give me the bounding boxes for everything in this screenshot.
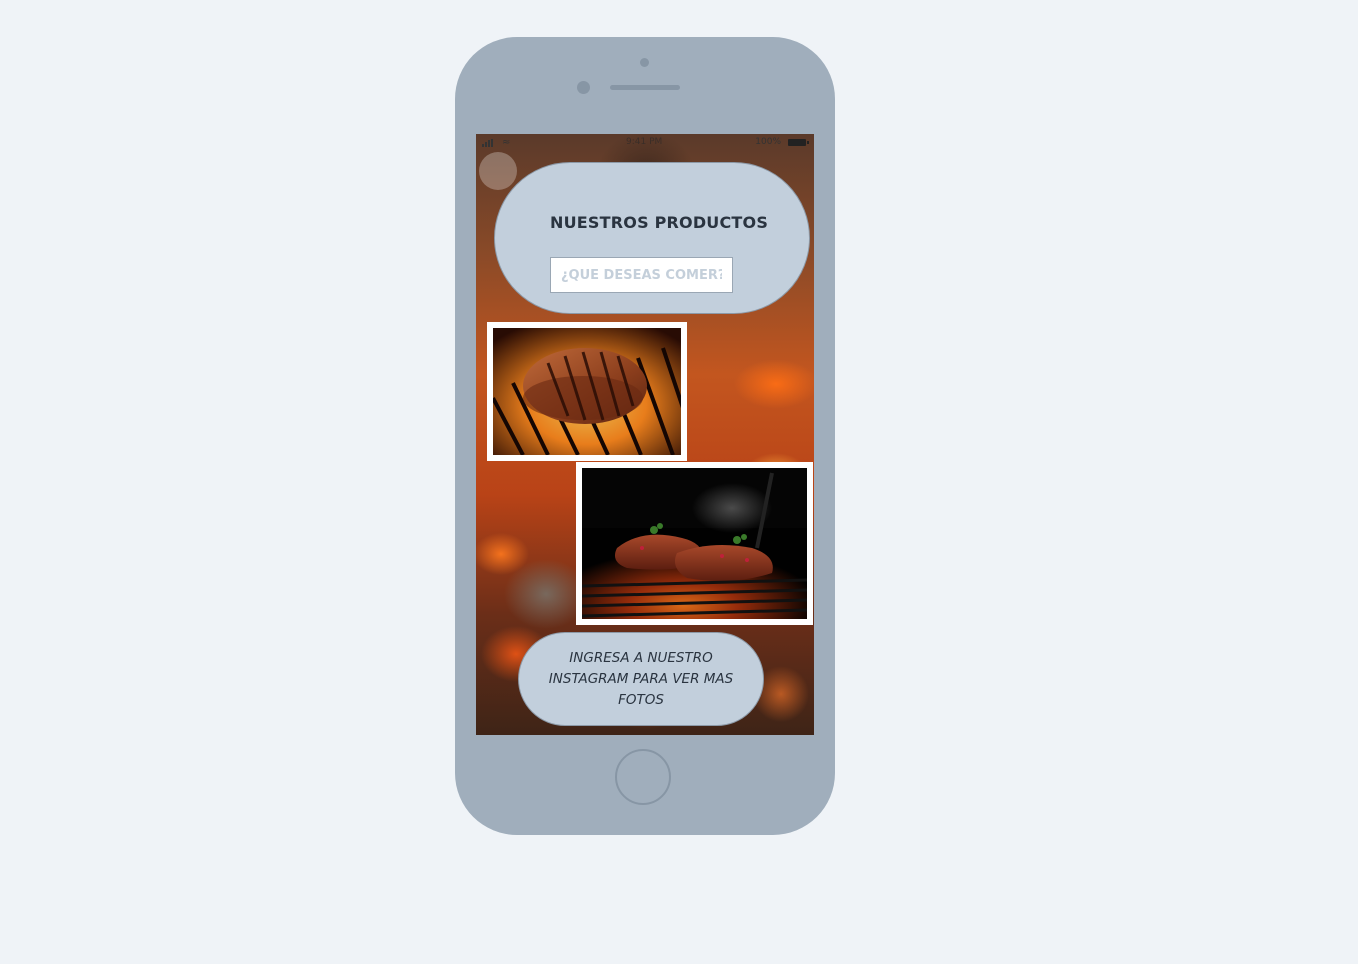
wifi-icon: ≈: [502, 137, 511, 148]
status-bar: ≈ 9:41 PM 100%: [476, 134, 814, 152]
instagram-link-label: INGRESA A NUESTRO INSTAGRAM PARA VER MAS…: [548, 649, 734, 708]
proximity-sensor: [640, 58, 649, 67]
signal-icon: [482, 139, 496, 147]
grilled-meat-image: [582, 468, 807, 619]
earpiece-speaker: [610, 85, 680, 90]
battery-percent: 100%: [755, 137, 781, 147]
header-card: NUESTROS PRODUCTOS: [494, 162, 810, 314]
product-photo-steak[interactable]: [487, 322, 687, 461]
background-bokeh: [479, 152, 517, 190]
steak-image: [493, 328, 681, 455]
product-photo-grilled-meat[interactable]: [576, 462, 813, 625]
instagram-link-button[interactable]: INGRESA A NUESTRO INSTAGRAM PARA VER MAS…: [518, 632, 764, 726]
status-time: 9:41 PM: [626, 137, 663, 147]
search-input[interactable]: [550, 257, 733, 293]
page-title: NUESTROS PRODUCTOS: [550, 213, 769, 232]
home-button[interactable]: [615, 749, 671, 805]
front-camera: [577, 81, 590, 94]
phone-screen: ≈ 9:41 PM 100% NUESTROS PRODUCTOS ¿QUE D…: [476, 134, 814, 735]
battery-icon: [788, 139, 809, 146]
